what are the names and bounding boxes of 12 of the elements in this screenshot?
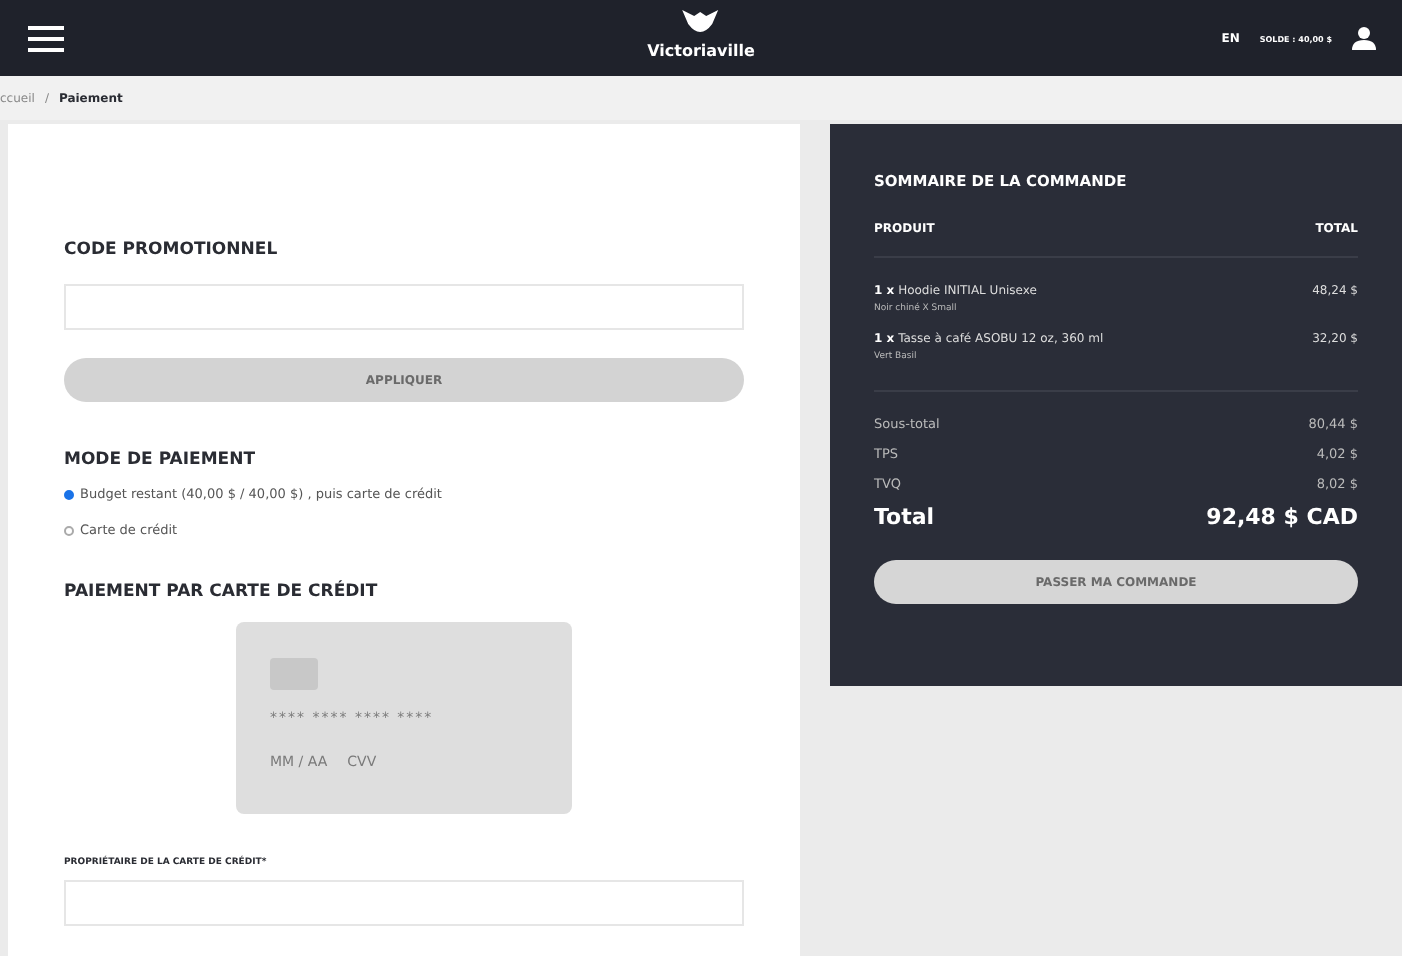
section-title: PAIEMENT PAR CARTE DE CRÉDIT bbox=[64, 578, 380, 602]
radio-button[interactable] bbox=[64, 489, 74, 499]
total-label: Total bbox=[874, 504, 935, 530]
user-icon[interactable] bbox=[1352, 26, 1376, 50]
section-title: MODE DE PAIEMENT bbox=[64, 448, 258, 470]
card-owner-field[interactable] bbox=[64, 880, 744, 926]
brand-name[interactable]: Victoriaville bbox=[647, 42, 755, 60]
section-title: CODE PROMOTIONNEL bbox=[64, 238, 280, 260]
menu-icon[interactable] bbox=[28, 25, 64, 51]
radio-button[interactable] bbox=[64, 525, 74, 535]
total-value: 92,48 $ CAD bbox=[1206, 504, 1358, 530]
promo-code-field[interactable] bbox=[64, 284, 744, 330]
